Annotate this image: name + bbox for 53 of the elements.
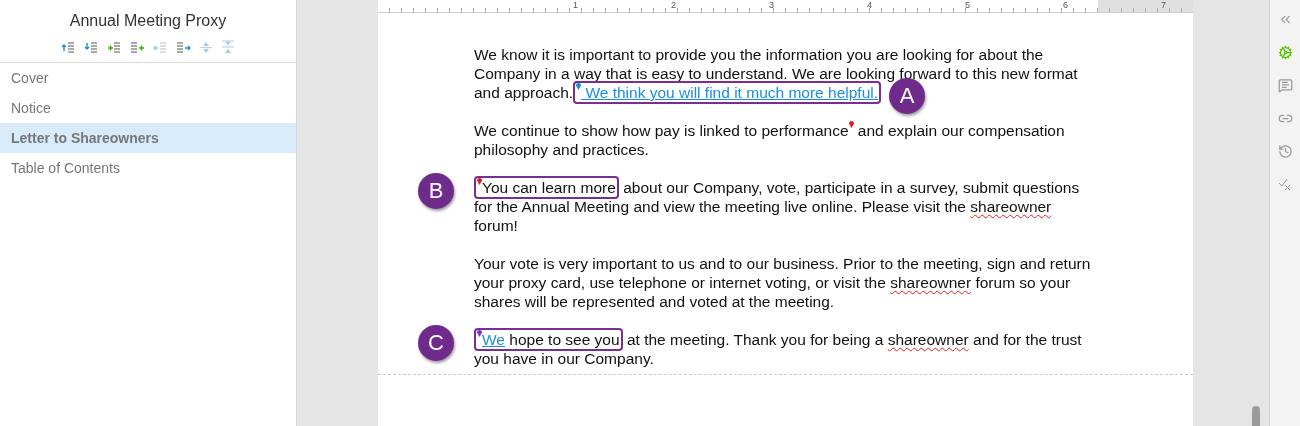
body-text: and for the trust [972,330,1082,349]
body-text: We continue to show how pay is linked to performance [474,121,849,140]
ruler-number: 7 [1160,0,1167,12]
body-text: You can learn more [482,178,616,197]
history-icon[interactable] [1278,144,1293,159]
body-text: at the meeting. Thank you for being a [625,330,885,349]
add-before-icon[interactable] [107,40,122,54]
section-item[interactable]: Notice [0,93,296,123]
comment-pin-icon[interactable] [576,83,582,90]
body-text: about our Company, vote, participate in a survey, submit questions [622,178,1080,197]
body-text: for the Annual Meeting and view the meeting live online. Please visit the [474,197,967,216]
misspelled-word: shareowner [970,197,1052,216]
body-text: We know it is important to provide you the information you are looking for about the [474,45,1044,64]
insert-above-icon[interactable] [61,40,76,54]
body-text: you have in our Company. [474,349,654,368]
body-text: forum so your [974,273,1071,292]
expand-icon[interactable] [199,40,213,54]
body-text: and explain our compensation [856,121,1065,140]
add-after-icon[interactable] [130,40,145,54]
callout-badge: B [418,172,454,209]
scrollbar-thumb[interactable] [1252,406,1260,426]
insert-below-icon[interactable] [84,40,99,54]
section-item[interactable]: Letter to Shareowners [0,123,296,153]
body-text: your proxy card, use telephone or internet voting, or visit the [474,273,887,292]
document-title: Annual Meeting Proxy [68,11,228,31]
ruler-number: 3 [768,0,775,12]
settings-icon[interactable] [1278,45,1293,60]
misspelled-word: shareowner [890,273,972,292]
ruler-number: 4 [866,0,873,12]
text-link[interactable]: We [482,330,505,349]
body-text: hope to see you [508,330,620,349]
body-text: forum! [474,216,518,235]
body-text: and approach. [474,83,574,102]
collapse-icon[interactable] [221,40,235,54]
section-item[interactable]: Cover [0,63,296,93]
body-text: shares will be represented and voted at the meeting. [474,292,835,311]
check-cross-icon[interactable] [1278,177,1292,191]
ruler-number: 1 [572,0,579,12]
comment-pin-icon[interactable] [477,330,482,337]
section-item[interactable]: Table of Contents [0,153,296,183]
indent-icon[interactable] [176,40,191,54]
text-link[interactable]: We think you will find it much more helpful. [581,83,879,102]
misspelled-word: shareowner [887,330,969,349]
comment-pin-icon[interactable] [848,121,854,128]
ruler-number: 6 [1062,0,1069,12]
outdent-icon[interactable] [153,40,168,54]
body-text: Your vote is very important to us and to our business. Prior to the meeting, sign and return [474,254,1091,273]
comment-pin-icon[interactable] [477,178,482,185]
ruler-number: 5 [964,0,971,12]
callout-badge: C [418,324,454,361]
body-text: philosophy and practices. [474,140,649,159]
ruler-number: 2 [670,0,677,12]
comment-icon[interactable] [1278,78,1293,93]
